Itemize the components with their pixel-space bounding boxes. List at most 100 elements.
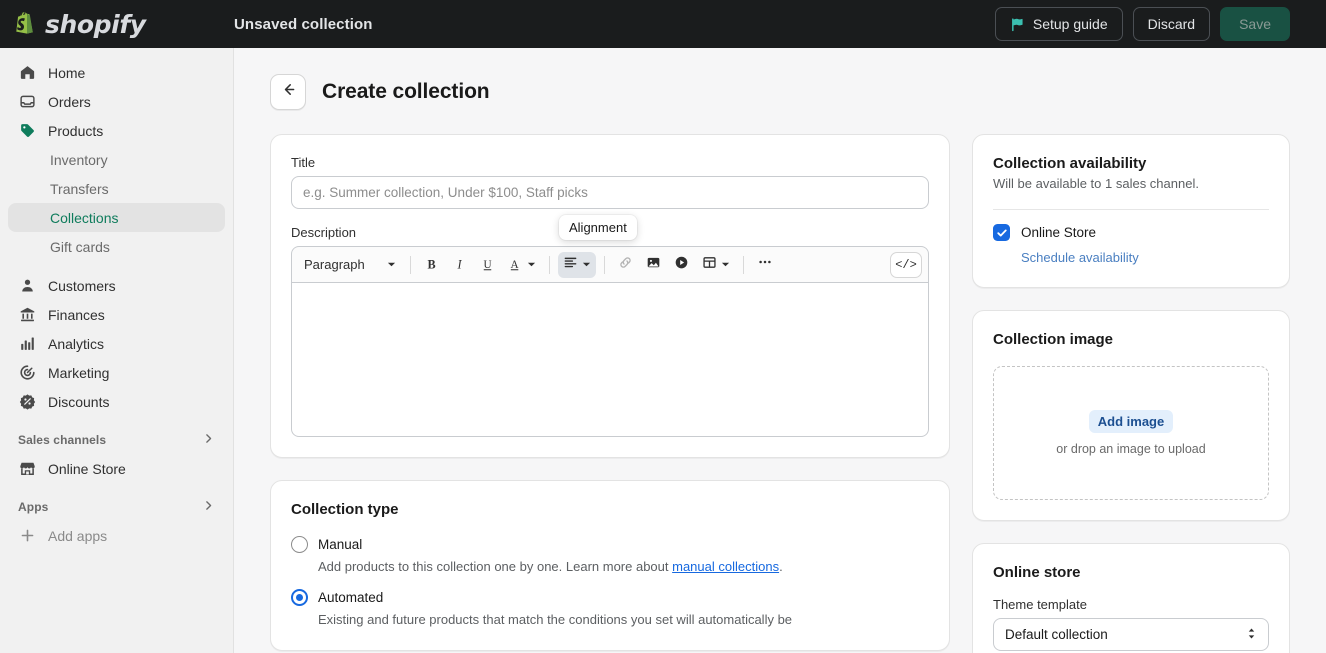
svg-text:A: A (510, 259, 519, 271)
sidebar-item-gift-cards[interactable]: Gift cards (8, 232, 225, 261)
underline-button[interactable]: U (475, 252, 501, 278)
discard-button[interactable]: Discard (1133, 7, 1210, 41)
italic-button[interactable]: I (447, 252, 473, 278)
manual-help-text: Add products to this collection one by o… (318, 558, 929, 577)
editor-toolbar: Paragraph B I (291, 246, 929, 282)
image-dropzone[interactable]: Add image or drop an image to upload (993, 366, 1269, 500)
online-store-checkbox[interactable] (993, 224, 1010, 241)
sidebar-spacer (0, 416, 233, 426)
theme-template-select[interactable]: Default collection (993, 618, 1269, 651)
shopify-bag-icon (14, 11, 38, 37)
radio-label: Manual (318, 537, 362, 552)
manual-collections-link[interactable]: manual collections (672, 559, 779, 574)
sidebar-item-orders[interactable]: Orders (8, 87, 225, 116)
availability-subtitle: Will be available to 1 sales channel. (993, 176, 1269, 191)
toolbar-divider (410, 256, 411, 274)
sidebar-item-label: Add apps (48, 528, 107, 544)
sidebar-item-customers[interactable]: Customers (8, 271, 225, 300)
title-input[interactable] (291, 176, 929, 209)
collection-image-card: Collection image Add image or drop an im… (972, 310, 1290, 521)
radio-manual[interactable] (291, 536, 308, 553)
chevron-down-icon (527, 256, 536, 274)
document-title: Unsaved collection (234, 16, 373, 33)
sidebar-item-label: Finances (48, 307, 105, 323)
primary-column: Title Description Alignment Paragraph (270, 134, 950, 653)
insert-image-button[interactable] (641, 252, 667, 278)
sidebar-item-label: Gift cards (50, 239, 110, 255)
automated-help-text: Existing and future products that match … (318, 611, 929, 630)
schedule-availability-link[interactable]: Schedule availability (1021, 250, 1139, 265)
bold-button[interactable]: B (419, 252, 445, 278)
analytics-bars-icon (18, 335, 36, 353)
sidebar-item-inventory[interactable]: Inventory (8, 145, 225, 174)
video-play-icon (674, 255, 689, 275)
flag-icon (1010, 17, 1025, 32)
sidebar-section-label: Apps (18, 500, 48, 514)
top-bar: shopify Unsaved collection Setup guide D… (0, 0, 1326, 48)
sidebar-item-online-store[interactable]: Online Store (8, 454, 225, 483)
save-button[interactable]: Save (1220, 7, 1290, 41)
text-color-button[interactable]: A (503, 252, 541, 278)
alignment-tooltip: Alignment (559, 215, 637, 240)
more-options-button[interactable] (752, 252, 778, 278)
sidebar-item-products[interactable]: Products (8, 116, 225, 145)
availability-divider (993, 209, 1269, 210)
page-title: Create collection (322, 80, 490, 104)
content-columns: Title Description Alignment Paragraph (270, 134, 1290, 653)
online-store-title: Online store (993, 564, 1269, 581)
more-horizontal-icon (757, 254, 773, 275)
insert-video-button[interactable] (669, 252, 695, 278)
setup-guide-button[interactable]: Setup guide (995, 7, 1123, 41)
sidebar-section-sales-channels[interactable]: Sales channels (8, 426, 225, 454)
finances-bank-icon (18, 306, 36, 324)
online-store-card: Online store Theme template Default coll… (972, 543, 1290, 653)
sidebar-item-add-apps[interactable]: Add apps (8, 521, 225, 550)
sidebar-item-discounts[interactable]: Discounts (8, 387, 225, 416)
link-button[interactable] (613, 252, 639, 278)
sidebar-section-apps[interactable]: Apps (8, 493, 225, 521)
align-left-icon (563, 255, 578, 275)
collection-image-title: Collection image (993, 331, 1269, 348)
code-icon: </> (895, 258, 917, 272)
sidebar-item-finances[interactable]: Finances (8, 300, 225, 329)
sidebar-item-collections[interactable]: Collections (8, 203, 225, 232)
sidebar-item-label: Collections (50, 210, 118, 226)
theme-template-value: Default collection (1005, 627, 1108, 642)
setup-guide-label: Setup guide (1033, 16, 1108, 32)
shopify-wordmark: shopify (45, 10, 146, 39)
description-textarea[interactable] (291, 282, 929, 437)
shopify-logo[interactable]: shopify (0, 10, 234, 39)
top-bar-actions: Setup guide Discard Save (995, 7, 1326, 41)
sidebar-item-marketing[interactable]: Marketing (8, 358, 225, 387)
discount-percent-icon (18, 393, 36, 411)
collection-type-option-automated[interactable]: Automated (291, 589, 929, 606)
orders-inbox-icon (18, 93, 36, 111)
main-content: Create collection Title Description Alig… (234, 48, 1326, 653)
sidebar-item-home[interactable]: Home (8, 58, 225, 87)
arrow-left-icon (280, 81, 297, 103)
chevron-down-icon (582, 256, 591, 274)
html-code-button[interactable]: </> (890, 252, 922, 278)
chevron-down-icon (721, 256, 730, 274)
radio-automated[interactable] (291, 589, 308, 606)
sidebar-section-label: Sales channels (18, 433, 106, 447)
chevron-right-icon (202, 432, 215, 448)
alignment-button[interactable] (558, 252, 596, 278)
collection-type-option-manual[interactable]: Manual (291, 536, 929, 553)
help-text-before: Add products to this collection one by o… (318, 559, 672, 574)
back-button[interactable] (270, 74, 306, 110)
table-icon (702, 255, 717, 275)
sidebar-item-analytics[interactable]: Analytics (8, 329, 225, 358)
sidebar-item-label: Transfers (50, 181, 109, 197)
collection-type-title: Collection type (291, 501, 929, 518)
paragraph-style-dropdown[interactable]: Paragraph (298, 252, 402, 278)
sidebar-item-label: Customers (48, 278, 116, 294)
collection-availability-card: Collection availability Will be availabl… (972, 134, 1290, 288)
add-image-button[interactable]: Add image (1089, 410, 1173, 433)
insert-table-button[interactable] (697, 252, 735, 278)
description-editor: Alignment Paragraph B (291, 246, 929, 437)
sidebar-item-label: Discounts (48, 394, 109, 410)
sidebar-item-transfers[interactable]: Transfers (8, 174, 225, 203)
online-store-channel-row[interactable]: Online Store (993, 224, 1269, 241)
home-icon (18, 64, 36, 82)
